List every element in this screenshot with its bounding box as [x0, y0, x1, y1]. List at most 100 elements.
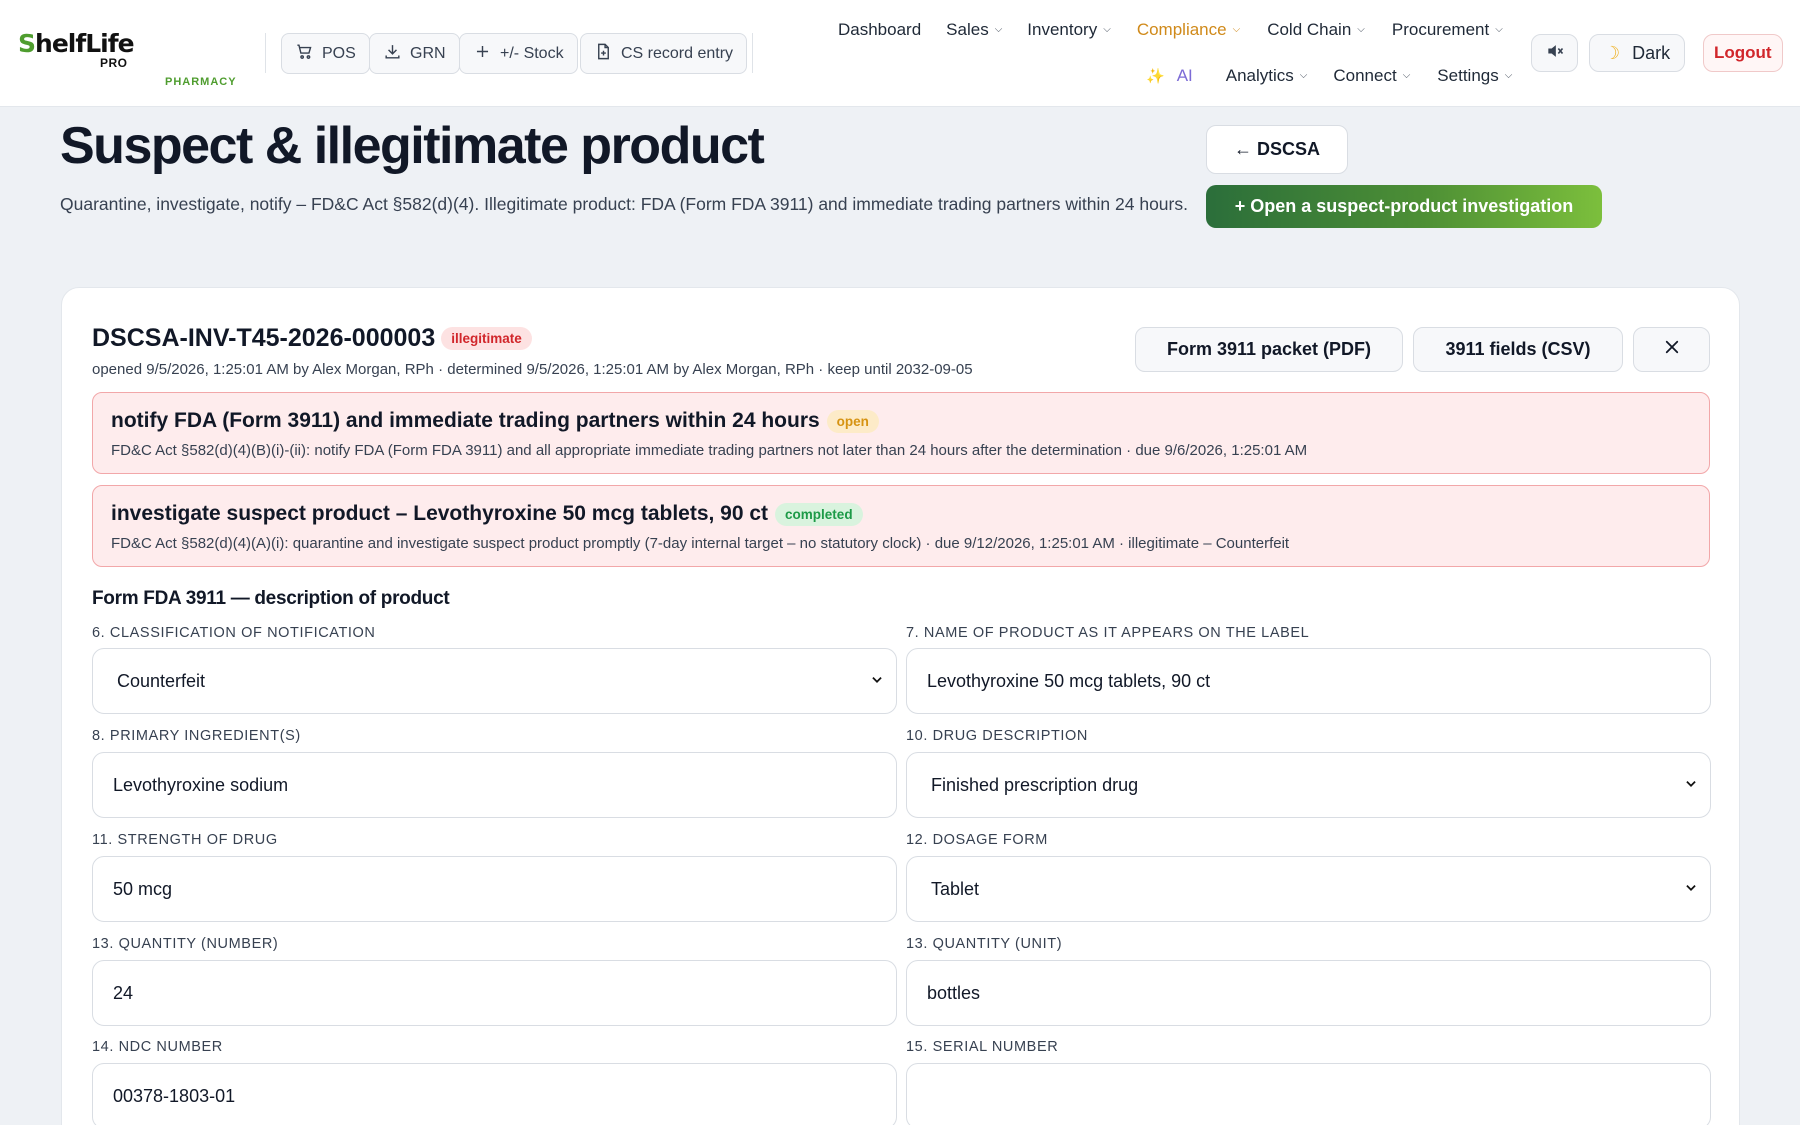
- dark-mode-toggle[interactable]: ☽ Dark: [1589, 34, 1686, 72]
- alert-detail: FD&C Act §582(d)(4)(B)(i)-(ii): notify F…: [111, 442, 1308, 459]
- nav-settings[interactable]: Settings ⌵: [1437, 66, 1512, 86]
- form-section-title: Form FDA 3911 — description of product: [92, 588, 450, 609]
- logo-wordmark: ShelfLife: [18, 29, 135, 58]
- cs-record-entry-label: CS record entry: [621, 44, 734, 62]
- logo-tagline: PHARMACY: [165, 76, 237, 88]
- alert-title: notify FDA (Form 3911) and immediate tra…: [111, 409, 879, 433]
- quantity-number-input[interactable]: 24: [92, 960, 897, 1026]
- nav-dashboard-label: Dashboard: [838, 20, 922, 39]
- page-subtitle: Quarantine, investigate, notify – FD&C A…: [60, 194, 1188, 214]
- nav-ai[interactable]: ✨ AI: [1146, 66, 1193, 86]
- form-3911-pdf-button[interactable]: Form 3911 packet (PDF): [1135, 327, 1403, 372]
- drug-description-value: Finished prescription drug: [931, 774, 1139, 795]
- investigate-product-alert: investigate suspect product – Levothyrox…: [92, 485, 1710, 567]
- nav-inventory-label: Inventory: [1027, 20, 1098, 39]
- chevron-down-icon: ⌵: [1402, 69, 1411, 81]
- nav-analytics-label: Analytics: [1225, 66, 1294, 85]
- field-label: 11. STRENGTH OF DRUG: [92, 832, 278, 848]
- main-nav-row-1: Dashboard Sales ⌵ Inventory ⌵ Compliance ⌵ …: [838, 20, 1503, 40]
- classification-value: Counterfeit: [117, 670, 206, 691]
- nav-inventory[interactable]: Inventory ⌵: [1027, 20, 1111, 40]
- field-label: 13. QUANTITY (NUMBER): [92, 936, 279, 952]
- investigation-meta: opened 9/5/2026, 1:25:01 AM by Alex Morg…: [92, 361, 973, 378]
- nav-compliance-label: Compliance: [1136, 20, 1227, 39]
- nav-connect[interactable]: Connect ⌵: [1333, 66, 1410, 86]
- dark-mode-label: Dark: [1632, 42, 1671, 63]
- stock-adjust-label: +/- Stock: [500, 44, 564, 62]
- logout-label: Logout: [1714, 43, 1772, 62]
- app-logo[interactable]: ShelfLife PRO PHARMACY: [18, 29, 236, 89]
- status-badge: open: [826, 409, 879, 433]
- quantity-unit-input[interactable]: bottles: [906, 960, 1711, 1026]
- product-name-input[interactable]: Levothyroxine 50 mcg tablets, 90 ct: [906, 648, 1711, 714]
- pos-button[interactable]: POS: [281, 33, 370, 74]
- nav-cold-chain[interactable]: Cold Chain ⌵: [1267, 20, 1365, 40]
- open-investigation-button[interactable]: + Open a suspect-product investigation: [1206, 185, 1602, 228]
- logout-button[interactable]: Logout: [1703, 34, 1783, 72]
- cs-record-entry-button[interactable]: CS record entry: [580, 33, 748, 74]
- alert-title-text: investigate suspect product – Levothyrox…: [111, 502, 769, 525]
- classification-select[interactable]: Counterfeit: [92, 648, 897, 714]
- chevron-down-icon: ⌵: [1495, 23, 1503, 35]
- divider: [752, 33, 753, 73]
- strength-input[interactable]: 50 mcg: [92, 856, 897, 922]
- dosage-form-value: Tablet: [931, 878, 980, 899]
- chevron-down-icon: ⌵: [1357, 23, 1365, 35]
- pos-label: POS: [322, 44, 356, 62]
- chevron-down-icon: ⌵: [1232, 23, 1241, 35]
- field-label: 6. CLASSIFICATION OF NOTIFICATION: [92, 625, 376, 641]
- drug-description-select[interactable]: Finished prescription drug: [906, 752, 1711, 818]
- alert-title-text: notify FDA (Form 3911) and immediate tra…: [111, 409, 820, 432]
- stock-adjust-button[interactable]: +/- Stock: [459, 33, 578, 74]
- serial-number-input[interactable]: [906, 1063, 1711, 1125]
- cart-icon: [295, 42, 314, 66]
- plus-icon: [473, 42, 492, 66]
- chevron-down-icon: [1684, 879, 1698, 900]
- sparkle-icon: ✨: [1146, 68, 1165, 85]
- field-label: 15. SERIAL NUMBER: [906, 1039, 1059, 1055]
- investigation-header: DSCSA-INV-T45-2026-000003 illegitimate: [92, 324, 532, 353]
- alert-detail: FD&C Act §582(d)(4)(A)(i): quarantine an…: [111, 535, 1290, 552]
- nav-connect-label: Connect: [1333, 66, 1397, 85]
- grn-label: GRN: [410, 44, 446, 62]
- nav-compliance[interactable]: Compliance ⌵: [1137, 20, 1240, 40]
- alert-title: investigate suspect product – Levothyrox…: [111, 502, 863, 526]
- ndc-number-input[interactable]: 00378-1803-01: [92, 1063, 897, 1125]
- field-label: 14. NDC NUMBER: [92, 1039, 223, 1055]
- close-icon: [1663, 338, 1681, 361]
- form-3911-csv-button[interactable]: 3911 fields (CSV): [1413, 327, 1623, 372]
- top-navigation-bar: ShelfLife PRO PHARMACY POS GRN +/- Stock…: [0, 0, 1800, 107]
- field-label: 12. DOSAGE FORM: [906, 832, 1048, 848]
- field-label: 13. QUANTITY (UNIT): [906, 936, 1063, 952]
- chevron-down-icon: ⌵: [994, 23, 1003, 35]
- nav-analytics[interactable]: Analytics ⌵: [1226, 66, 1308, 86]
- grn-button[interactable]: GRN: [369, 33, 460, 74]
- logo-pro: PRO: [100, 56, 128, 70]
- mute-sound-button[interactable]: [1531, 34, 1578, 72]
- status-badge: completed: [775, 502, 863, 526]
- chevron-down-icon: ⌵: [1299, 69, 1308, 81]
- moon-icon: ☽: [1604, 42, 1621, 63]
- nav-ai-label: AI: [1176, 66, 1193, 85]
- chevron-down-icon: ⌵: [1504, 69, 1513, 81]
- speaker-mute-icon: [1545, 41, 1565, 66]
- field-label: 10. DRUG DESCRIPTION: [906, 728, 1088, 744]
- close-button[interactable]: [1633, 327, 1710, 372]
- nav-settings-label: Settings: [1437, 66, 1499, 85]
- back-to-dscsa-button[interactable]: ← DSCSA: [1206, 125, 1348, 174]
- nav-procurement[interactable]: Procurement ⌵: [1392, 20, 1503, 40]
- chevron-down-icon: [1684, 775, 1698, 796]
- status-badge: illegitimate: [441, 327, 532, 350]
- nav-sales-label: Sales: [946, 20, 989, 39]
- primary-ingredient-input[interactable]: Levothyroxine sodium: [92, 752, 897, 818]
- investigation-id: DSCSA-INV-T45-2026-000003: [92, 324, 436, 352]
- divider: [265, 33, 266, 73]
- notify-fda-alert: notify FDA (Form 3911) and immediate tra…: [92, 392, 1710, 474]
- nav-sales[interactable]: Sales ⌵: [946, 20, 1002, 40]
- nav-dashboard[interactable]: Dashboard: [838, 20, 921, 40]
- dosage-form-select[interactable]: Tablet: [906, 856, 1711, 922]
- document-icon: [594, 42, 613, 66]
- chevron-down-icon: ⌵: [1103, 23, 1111, 35]
- download-icon: [383, 42, 402, 66]
- nav-procurement-label: Procurement: [1391, 20, 1490, 39]
